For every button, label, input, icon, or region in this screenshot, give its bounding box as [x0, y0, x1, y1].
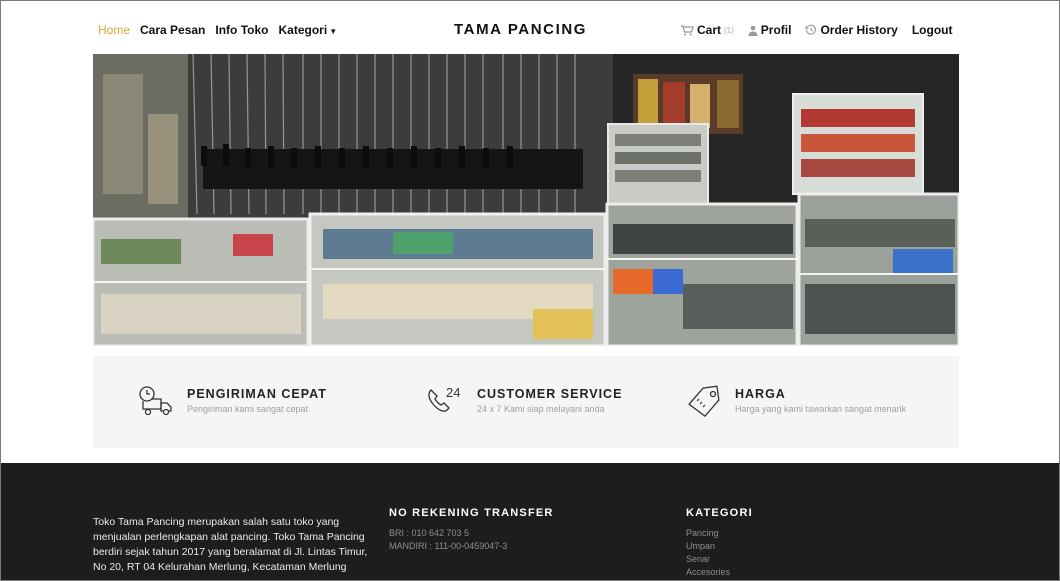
nav-order-history[interactable]: Order History: [805, 23, 898, 37]
hero-shop-image: [93, 54, 959, 346]
footer-kategori-senar[interactable]: Senar: [686, 553, 753, 566]
feature-pengiriman-subtitle: Pengiriman kami sangat cepat: [187, 404, 309, 414]
brand-title[interactable]: TAMA PANCING: [454, 21, 587, 38]
feature-pengiriman: PENGIRIMAN CEPAT Pengiriman kami sangat …: [137, 384, 327, 418]
feature-harga-title: HARGA: [735, 387, 786, 401]
phone-24-text: 24: [446, 385, 460, 400]
nav-cara-pesan[interactable]: Cara Pesan: [140, 23, 205, 37]
nav-right: Cart (1) Profil Order History Logout: [680, 23, 952, 37]
cart-label: Cart: [697, 23, 722, 37]
footer-about-text: Toko Tama Pancing merupakan salah satu t…: [93, 516, 368, 573]
cart-icon: [681, 24, 694, 35]
footer-rekening-mandiri: MANDIRI : 111-00-0459047-3: [389, 541, 508, 551]
feature-harga: HARGA Harga yang kami tawarkan sangat me…: [685, 384, 906, 418]
nav-info-toko[interactable]: Info Toko: [215, 23, 268, 37]
history-label: Order History: [820, 23, 898, 37]
nav-home[interactable]: Home: [98, 23, 130, 37]
feature-customer-service: 24 CUSTOMER SERVICE 24 x 7 Kami siap mel…: [423, 384, 622, 418]
history-icon: [805, 24, 817, 35]
user-icon: [748, 25, 758, 36]
nav-kategori-dropdown[interactable]: Kategori ▼: [279, 23, 338, 37]
feature-customer-service-text: CUSTOMER SERVICE 24 x 7 Kami siap melaya…: [477, 384, 622, 414]
footer-kategori-accesories[interactable]: Accesories: [686, 566, 753, 579]
footer-rekening: NO REKENING TRANSFER BRI : 010 642 703 5…: [389, 507, 554, 553]
top-navbar: Home Cara Pesan Info Toko Kategori ▼ TAMA…: [1, 1, 1059, 53]
cart-count: (1): [724, 25, 734, 35]
delivery-truck-icon: [139, 386, 172, 416]
feature-customer-service-subtitle: 24 x 7 Kami siap melayani anda: [477, 404, 605, 414]
price-tag-icon: [688, 385, 720, 418]
nav-cart[interactable]: Cart (1): [680, 23, 734, 37]
nav-left: Home Cara Pesan Info Toko Kategori ▼: [98, 23, 337, 37]
nav-profil[interactable]: Profil: [748, 23, 792, 37]
feature-harga-subtitle: Harga yang kami tawarkan sangat menarik: [735, 404, 907, 414]
footer-rekening-heading: NO REKENING TRANSFER: [389, 507, 554, 519]
feature-pengiriman-title: PENGIRIMAN CEPAT: [187, 387, 327, 401]
features-strip: PENGIRIMAN CEPAT Pengiriman kami sangat …: [93, 356, 959, 448]
footer-kategori-umpan[interactable]: Umpan: [686, 540, 753, 553]
caret-down-icon: ▼: [329, 27, 338, 36]
shop-photo: [93, 54, 959, 346]
footer-kategori: KATEGORI Pancing Umpan Senar Accesories: [686, 507, 753, 579]
nav-logout[interactable]: Logout: [912, 23, 953, 37]
feature-customer-service-title: CUSTOMER SERVICE: [477, 387, 623, 401]
feature-harga-text: HARGA Harga yang kami tawarkan sangat me…: [735, 384, 906, 414]
nav-kategori-label: Kategori: [278, 23, 328, 37]
page: Home Cara Pesan Info Toko Kategori ▼ TAMA…: [0, 0, 1060, 581]
footer-rekening-bri: BRI : 010 642 703 5: [389, 528, 470, 538]
profil-label: Profil: [760, 23, 792, 37]
feature-pengiriman-text: PENGIRIMAN CEPAT Pengiriman kami sangat …: [187, 384, 327, 414]
phone-24-icon: 24: [428, 385, 460, 412]
footer-kategori-pancing[interactable]: Pancing: [686, 527, 753, 540]
footer: Toko Tama Pancing merupakan salah satu t…: [1, 463, 1059, 580]
footer-kategori-heading: KATEGORI: [686, 507, 753, 519]
